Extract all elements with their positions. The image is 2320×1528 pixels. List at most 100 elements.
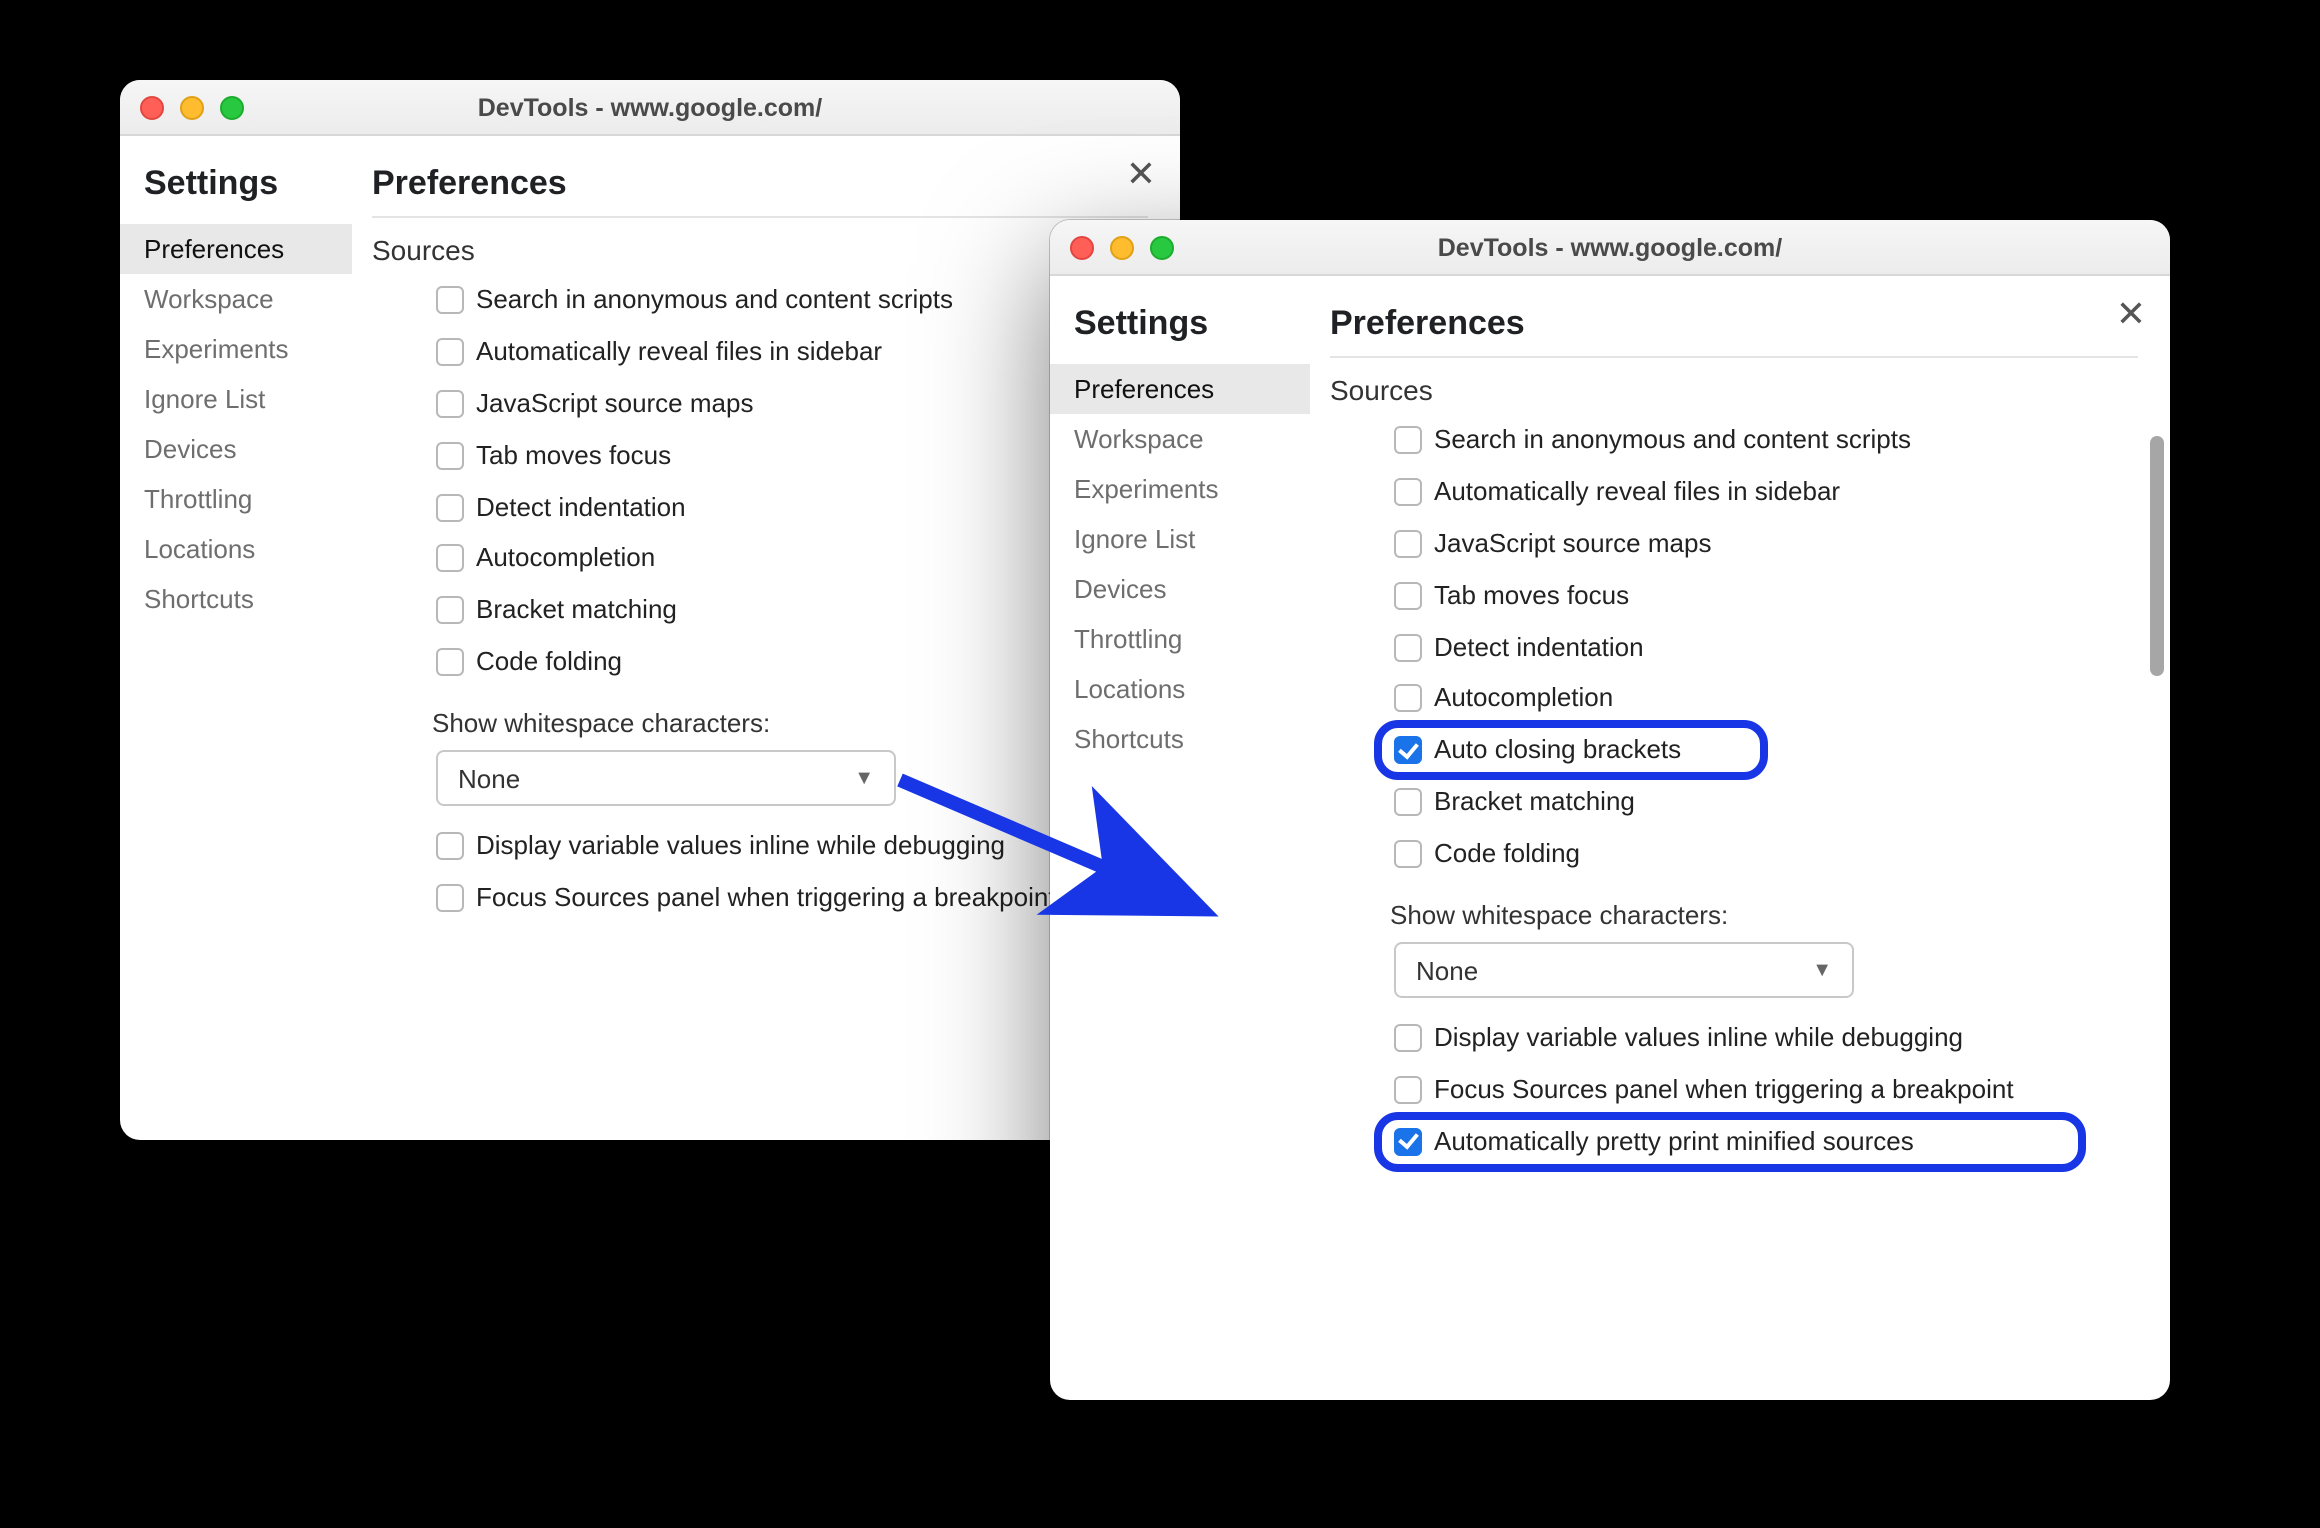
section-sources: Sources (372, 234, 1148, 266)
settings-sidebar: Settings PreferencesWorkspaceExperiments… (120, 136, 352, 1140)
checkbox[interactable] (436, 597, 464, 625)
page-title: Preferences (372, 164, 1148, 204)
checkbox[interactable] (1394, 1128, 1422, 1156)
checkbox[interactable] (1394, 1024, 1422, 1052)
option-label: Automatically pretty print minified sour… (1434, 1126, 1914, 1160)
checkbox[interactable] (436, 832, 464, 860)
page-title: Preferences (1330, 304, 2138, 344)
option-row: Focus Sources panel when triggering a br… (436, 882, 1148, 916)
sidebar-item-ignore-list[interactable]: Ignore List (1050, 514, 1310, 564)
sidebar-title: Settings (1050, 296, 1310, 364)
option-label: Detect indentation (1434, 631, 1644, 665)
sidebar-item-throttling[interactable]: Throttling (120, 474, 352, 524)
sidebar-item-ignore-list[interactable]: Ignore List (120, 374, 352, 424)
option-label: Code folding (1434, 838, 1580, 872)
option-row: Display variable values inline while deb… (436, 830, 1148, 864)
checkbox[interactable] (436, 338, 464, 366)
option-row: Focus Sources panel when triggering a br… (1394, 1074, 2138, 1108)
window-title: DevTools - www.google.com/ (1050, 233, 2170, 261)
titlebar[interactable]: DevTools - www.google.com/ (1050, 220, 2170, 276)
option-row: Detect indentation (436, 491, 1148, 525)
checkbox[interactable] (1394, 840, 1422, 868)
option-row: Autocompletion (436, 543, 1148, 577)
checkbox[interactable] (436, 648, 464, 676)
whitespace-label: Show whitespace characters: (1390, 900, 2138, 930)
option-row: Detect indentation (1394, 631, 2138, 665)
whitespace-value: None (458, 763, 520, 793)
close-window-icon[interactable] (1070, 235, 1094, 259)
whitespace-label: Show whitespace characters: (432, 708, 1148, 738)
checkbox[interactable] (436, 390, 464, 418)
sidebar-item-throttling[interactable]: Throttling (1050, 614, 1310, 664)
option-label: Auto closing brackets (1434, 735, 1681, 769)
sidebar-item-shortcuts[interactable]: Shortcuts (1050, 714, 1310, 764)
option-label: Display variable values inline while deb… (476, 830, 1005, 864)
checkbox[interactable] (1394, 737, 1422, 765)
option-label: JavaScript source maps (1434, 528, 1711, 562)
checkbox[interactable] (436, 493, 464, 521)
close-window-icon[interactable] (140, 95, 164, 119)
chevron-down-icon: ▼ (854, 767, 874, 789)
option-label: Tab moves focus (476, 439, 671, 473)
checkbox[interactable] (1394, 426, 1422, 454)
option-row: Automatically reveal files in sidebar (1394, 476, 2138, 510)
option-label: Automatically reveal files in sidebar (476, 336, 882, 370)
option-row: Automatically pretty print minified sour… (1394, 1126, 2138, 1160)
checkbox[interactable] (1394, 685, 1422, 713)
option-row: Display variable values inline while deb… (1394, 1022, 2138, 1056)
option-row: Tab moves focus (1394, 579, 2138, 613)
option-label: Autocompletion (1434, 683, 1613, 717)
checkbox[interactable] (1394, 530, 1422, 558)
checkbox[interactable] (436, 545, 464, 573)
checkbox[interactable] (436, 286, 464, 314)
zoom-window-icon[interactable] (220, 95, 244, 119)
chevron-down-icon: ▼ (1812, 959, 1832, 981)
checkbox[interactable] (436, 884, 464, 912)
sidebar-item-preferences[interactable]: Preferences (1050, 364, 1310, 414)
titlebar[interactable]: DevTools - www.google.com/ (120, 80, 1180, 136)
option-row: Search in anonymous and content scripts (436, 284, 1148, 318)
scrollbar[interactable] (2150, 436, 2164, 676)
option-label: Bracket matching (476, 595, 677, 629)
option-label: Code folding (476, 646, 622, 680)
option-label: Detect indentation (476, 491, 686, 525)
zoom-window-icon[interactable] (1150, 235, 1174, 259)
sidebar-item-devices[interactable]: Devices (120, 424, 352, 474)
settings-sidebar: Settings PreferencesWorkspaceExperiments… (1050, 276, 1310, 1400)
whitespace-select[interactable]: None ▼ (1394, 942, 1854, 998)
checkbox[interactable] (1394, 478, 1422, 506)
preferences-main: Preferences Sources Search in anonymous … (1310, 276, 2170, 1400)
option-row: Auto closing brackets (1394, 735, 2138, 769)
sidebar-item-devices[interactable]: Devices (1050, 564, 1310, 614)
devtools-window-after: DevTools - www.google.com/ ✕ Settings Pr… (1050, 220, 2170, 1400)
option-row: Autocompletion (1394, 683, 2138, 717)
minimize-window-icon[interactable] (180, 95, 204, 119)
checkbox[interactable] (1394, 581, 1422, 609)
sidebar-item-experiments[interactable]: Experiments (1050, 464, 1310, 514)
sidebar-item-experiments[interactable]: Experiments (120, 324, 352, 374)
checkbox[interactable] (1394, 788, 1422, 816)
checkbox[interactable] (1394, 1076, 1422, 1104)
sidebar-title: Settings (120, 156, 352, 224)
checkbox[interactable] (1394, 633, 1422, 661)
section-sources: Sources (1330, 374, 2138, 406)
sidebar-item-locations[interactable]: Locations (120, 524, 352, 574)
option-label: Search in anonymous and content scripts (1434, 424, 1911, 458)
option-label: Display variable values inline while deb… (1434, 1022, 1963, 1056)
option-label: Focus Sources panel when triggering a br… (476, 882, 1056, 916)
option-label: Tab moves focus (1434, 579, 1629, 613)
sidebar-item-locations[interactable]: Locations (1050, 664, 1310, 714)
minimize-window-icon[interactable] (1110, 235, 1134, 259)
option-label: Focus Sources panel when triggering a br… (1434, 1074, 2014, 1108)
checkbox[interactable] (436, 441, 464, 469)
whitespace-select[interactable]: None ▼ (436, 750, 896, 806)
sidebar-item-workspace[interactable]: Workspace (120, 274, 352, 324)
option-row: Code folding (1394, 838, 2138, 872)
option-row: Automatically reveal files in sidebar (436, 336, 1148, 370)
option-row: Code folding (436, 646, 1148, 680)
sidebar-item-workspace[interactable]: Workspace (1050, 414, 1310, 464)
sidebar-item-preferences[interactable]: Preferences (120, 224, 352, 274)
option-label: JavaScript source maps (476, 388, 753, 422)
option-label: Search in anonymous and content scripts (476, 284, 953, 318)
sidebar-item-shortcuts[interactable]: Shortcuts (120, 574, 352, 624)
